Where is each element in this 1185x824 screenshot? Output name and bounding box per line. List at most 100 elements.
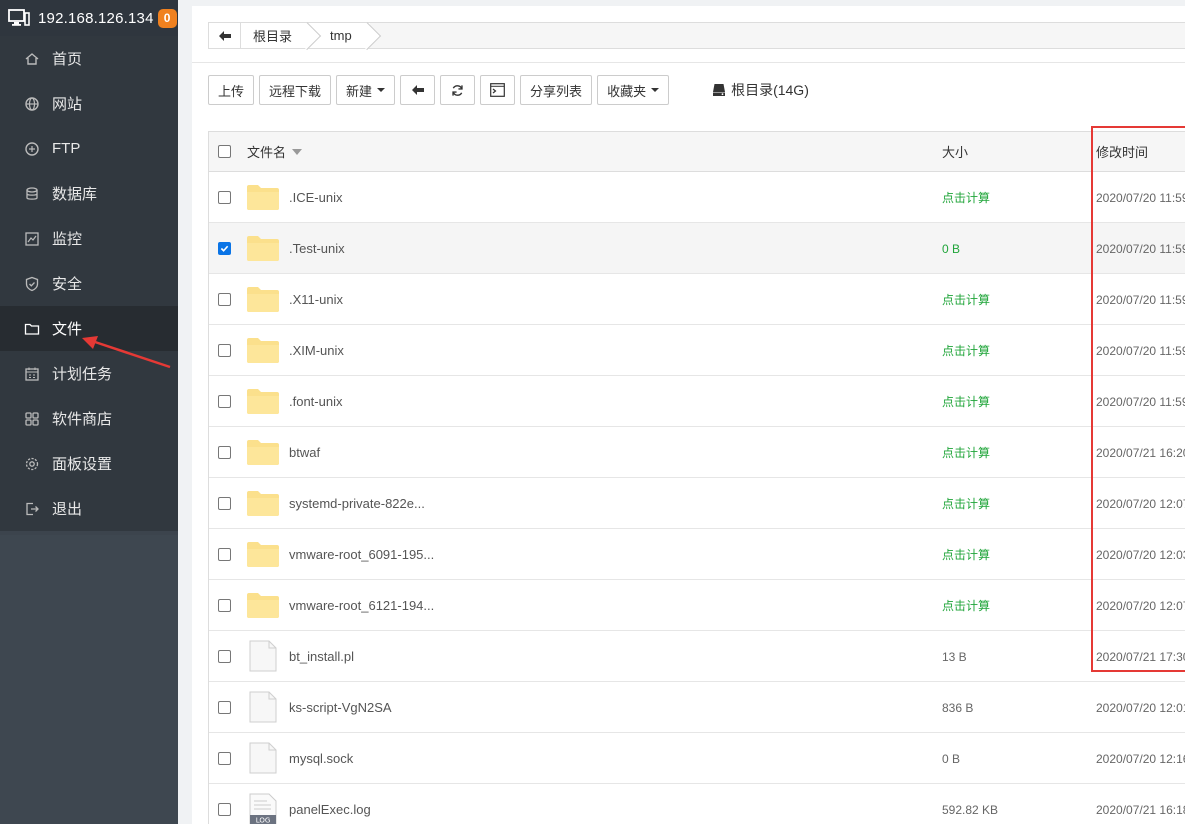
sidebar-item-ftp[interactable]: FTP (0, 126, 178, 171)
file-name: ks-script-VgN2SA (289, 699, 392, 715)
svg-text:LOG: LOG (256, 817, 271, 824)
modified-time-cell: 2020/07/20 12:16:3 (1078, 751, 1185, 766)
back-button[interactable] (209, 23, 241, 48)
calculate-size-link[interactable]: 点击计算 (942, 548, 990, 562)
table-row[interactable]: .font-unix 点击计算 2020/07/20 11:59:0 (209, 376, 1185, 427)
table-row[interactable]: systemd-private-822e... 点击计算 2020/07/20 12… (209, 478, 1185, 529)
ftp-icon (25, 141, 39, 156)
name-column-header[interactable]: 文件名 (247, 142, 925, 161)
file-name-cell[interactable]: ks-script-VgN2SA (247, 691, 925, 723)
row-checkbox[interactable] (218, 496, 231, 510)
sidebar-item-label: FTP (52, 140, 81, 157)
file-size-cell: 点击计算 (925, 291, 1078, 308)
select-all-checkbox[interactable] (218, 145, 231, 158)
size-column-header[interactable]: 大小 (925, 142, 1078, 161)
upload-button[interactable]: 上传 (208, 75, 255, 105)
file-name-cell[interactable]: bt_install.pl (247, 640, 925, 672)
table-row[interactable]: vmware-root_6121-194... 点击计算 2020/07/20 12… (209, 580, 1185, 631)
calculate-size-link[interactable]: 点击计算 (942, 395, 990, 409)
refresh-button[interactable] (440, 75, 476, 105)
table-body: .ICE-unix点击计算2020/07/20 11:59:0.Test-uni… (209, 172, 1185, 824)
time-column-header[interactable]: 修改时间 (1078, 142, 1185, 161)
breadcrumb-root[interactable]: 根目录 (241, 23, 311, 48)
file-name-cell[interactable]: mysql.sock (247, 742, 925, 774)
file-name-cell[interactable]: vmware-root_6091-195... (247, 541, 925, 567)
row-checkbox[interactable] (218, 445, 231, 459)
file-name: .XIM-unix (289, 342, 344, 358)
row-checkbox[interactable] (218, 802, 231, 816)
shield-icon (25, 276, 39, 291)
file-size-cell: 836 B (925, 700, 1078, 715)
calculate-size-link[interactable]: 点击计算 (942, 446, 990, 460)
row-checkbox[interactable] (218, 649, 231, 663)
monitor-icon (8, 9, 30, 26)
sidebar-menu: 首页 网站 FTP 数据库 监控 安全 文件 计划任务 软件商店 面板设置 退出 (0, 36, 178, 531)
file-name-cell[interactable]: .X11-unix (247, 286, 925, 312)
refresh-icon (452, 84, 463, 96)
go-back-button[interactable] (400, 75, 436, 105)
remote-download-button[interactable]: 远程下载 (259, 75, 332, 105)
caret-down-icon (651, 88, 660, 92)
row-checkbox[interactable] (218, 547, 231, 561)
file-name-cell[interactable]: .ICE-unix (247, 184, 925, 210)
calculate-size-link[interactable]: 点击计算 (942, 293, 990, 307)
sidebar-item-security[interactable]: 安全 (0, 261, 178, 306)
file-name-cell[interactable]: .Test-unix (247, 235, 925, 261)
table-row[interactable]: bt_install.pl 13 B 2020/07/21 17:30:0 (209, 631, 1185, 682)
disk-selector[interactable]: 根目录(14G) (712, 80, 809, 100)
share-list-button[interactable]: 分享列表 (520, 75, 593, 105)
caret-down-icon (377, 88, 386, 92)
table-row[interactable]: .ICE-unix 点击计算 2020/07/20 11:59:0 (209, 172, 1185, 223)
terminal-button[interactable] (480, 75, 516, 105)
file-name-cell[interactable]: vmware-root_6121-194... (247, 592, 925, 618)
path-input[interactable] (369, 23, 1185, 48)
file-name-cell[interactable]: LOG panelExec.log (247, 793, 925, 824)
notification-badge[interactable]: 0 (157, 8, 177, 28)
sidebar-item-settings[interactable]: 面板设置 (0, 441, 178, 486)
sidebar-item-files[interactable]: 文件 (0, 306, 178, 351)
row-checkbox[interactable] (218, 598, 231, 612)
file-name-cell[interactable]: systemd-private-822e... (247, 490, 925, 516)
calculate-size-link[interactable]: 点击计算 (942, 497, 990, 511)
modified-time-cell: 2020/07/20 12:03:4 (1078, 547, 1185, 562)
file-name: vmware-root_6121-194... (289, 597, 435, 613)
new-dropdown-button[interactable]: 新建 (336, 75, 396, 105)
sidebar-item-cron[interactable]: 计划任务 (0, 351, 178, 396)
divider (192, 62, 1185, 63)
table-row[interactable]: btwaf 点击计算 2020/07/21 16:20:3 (209, 427, 1185, 478)
table-row[interactable]: ks-script-VgN2SA 836 B 2020/07/20 12:01:5 (209, 682, 1185, 733)
file-name-cell[interactable]: .XIM-unix (247, 337, 925, 363)
sidebar-item-database[interactable]: 数据库 (0, 171, 178, 216)
table-row[interactable]: LOG panelExec.log 592.82 KB 2020/07/21 16:1… (209, 784, 1185, 824)
table-row[interactable]: mysql.sock 0 B 2020/07/20 12:16:3 (209, 733, 1185, 784)
row-checkbox[interactable] (218, 343, 231, 357)
row-checkbox[interactable] (218, 700, 231, 714)
file-name: panelExec.log (289, 801, 371, 817)
calculate-size-link[interactable]: 点击计算 (942, 344, 990, 358)
modified-time-cell: 2020/07/20 11:59:0 (1078, 190, 1185, 205)
row-checkbox[interactable] (218, 292, 231, 306)
calculate-size-link[interactable]: 点击计算 (942, 191, 990, 205)
table-row[interactable]: .X11-unix 点击计算 2020/07/20 11:59:0 (209, 274, 1185, 325)
favorites-dropdown-button[interactable]: 收藏夹 (597, 75, 670, 105)
row-checkbox[interactable] (218, 241, 231, 255)
file-name-cell[interactable]: btwaf (247, 439, 925, 465)
row-checkbox[interactable] (218, 751, 231, 765)
table-row[interactable]: .Test-unix 0 B 2020/07/20 11:59:0 (209, 223, 1185, 274)
table-row[interactable]: .XIM-unix 点击计算 2020/07/20 11:59:0 (209, 325, 1185, 376)
modified-time: 2020/07/21 16:18:3 (1096, 802, 1185, 817)
sidebar-item-monitor[interactable]: 监控 (0, 216, 178, 261)
sidebar-item-home[interactable]: 首页 (0, 36, 178, 81)
row-checkbox[interactable] (218, 394, 231, 408)
file-size: 0 B (942, 241, 961, 256)
sidebar-item-website[interactable]: 网站 (0, 81, 178, 126)
modified-time-cell: 2020/07/20 11:59:0 (1078, 241, 1185, 256)
sidebar-item-logout[interactable]: 退出 (0, 486, 178, 531)
table-row[interactable]: vmware-root_6091-195... 点击计算 2020/07/20 12… (209, 529, 1185, 580)
row-checkbox[interactable] (218, 190, 231, 204)
sidebar-item-label: 计划任务 (52, 366, 113, 383)
calculate-size-link[interactable]: 点击计算 (942, 599, 990, 613)
folder-icon (247, 440, 279, 465)
sidebar-item-store[interactable]: 软件商店 (0, 396, 178, 441)
file-name-cell[interactable]: .font-unix (247, 388, 925, 414)
